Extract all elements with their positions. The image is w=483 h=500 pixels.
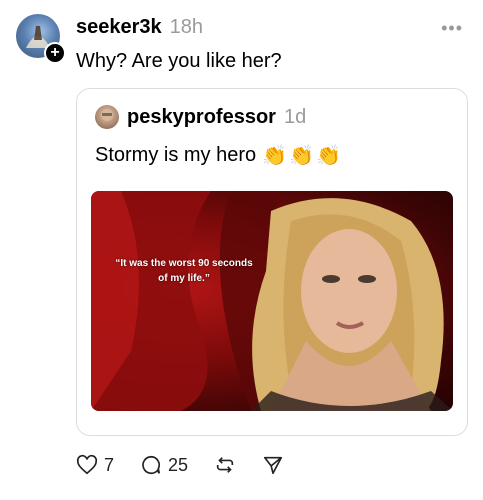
repost-icon xyxy=(216,457,234,473)
clapping-hands-icon: 👏👏👏 xyxy=(262,143,343,167)
quoted-text: Stormy is my hero xyxy=(95,143,257,166)
quoted-post-text: Stormy is my hero 👏👏👏 xyxy=(95,143,343,167)
quoted-timestamp: 1d xyxy=(283,105,307,128)
reply-count: 25 xyxy=(168,454,189,475)
image-caption: “It was the worst 90 seconds of my life.… xyxy=(109,257,259,286)
repost-button[interactable] xyxy=(214,454,236,476)
post-text: Why? Are you like her? xyxy=(76,50,282,72)
caption-line-1: “It was the worst 90 seconds xyxy=(115,258,253,269)
comment-icon xyxy=(142,455,161,475)
action-bar: 7 25 xyxy=(76,454,284,476)
follow-plus-icon[interactable]: + xyxy=(44,42,66,64)
like-count: 7 xyxy=(104,454,115,475)
post-header: seeker3k 18h xyxy=(76,16,203,39)
more-icon[interactable]: ••• xyxy=(441,18,463,39)
caption-line-2: of my life.” xyxy=(158,272,210,284)
quoted-post-card[interactable]: peskyprofessor 1d Stormy is my hero 👏👏👏 xyxy=(76,88,468,436)
quoted-username[interactable]: peskyprofessor xyxy=(127,106,276,129)
quoted-avatar[interactable] xyxy=(95,105,119,129)
send-icon xyxy=(263,456,283,475)
avatar-container: + xyxy=(16,14,66,64)
like-button[interactable]: 7 xyxy=(76,454,114,476)
quoted-post-header: peskyprofessor 1d xyxy=(95,105,306,129)
username[interactable]: seeker3k xyxy=(76,16,162,39)
reply-button[interactable]: 25 xyxy=(140,454,188,476)
quoted-media-image[interactable]: “It was the worst 90 seconds of my life.… xyxy=(91,191,453,411)
timestamp[interactable]: 18h xyxy=(170,16,203,39)
share-button[interactable] xyxy=(262,454,284,476)
heart-icon xyxy=(76,454,98,475)
